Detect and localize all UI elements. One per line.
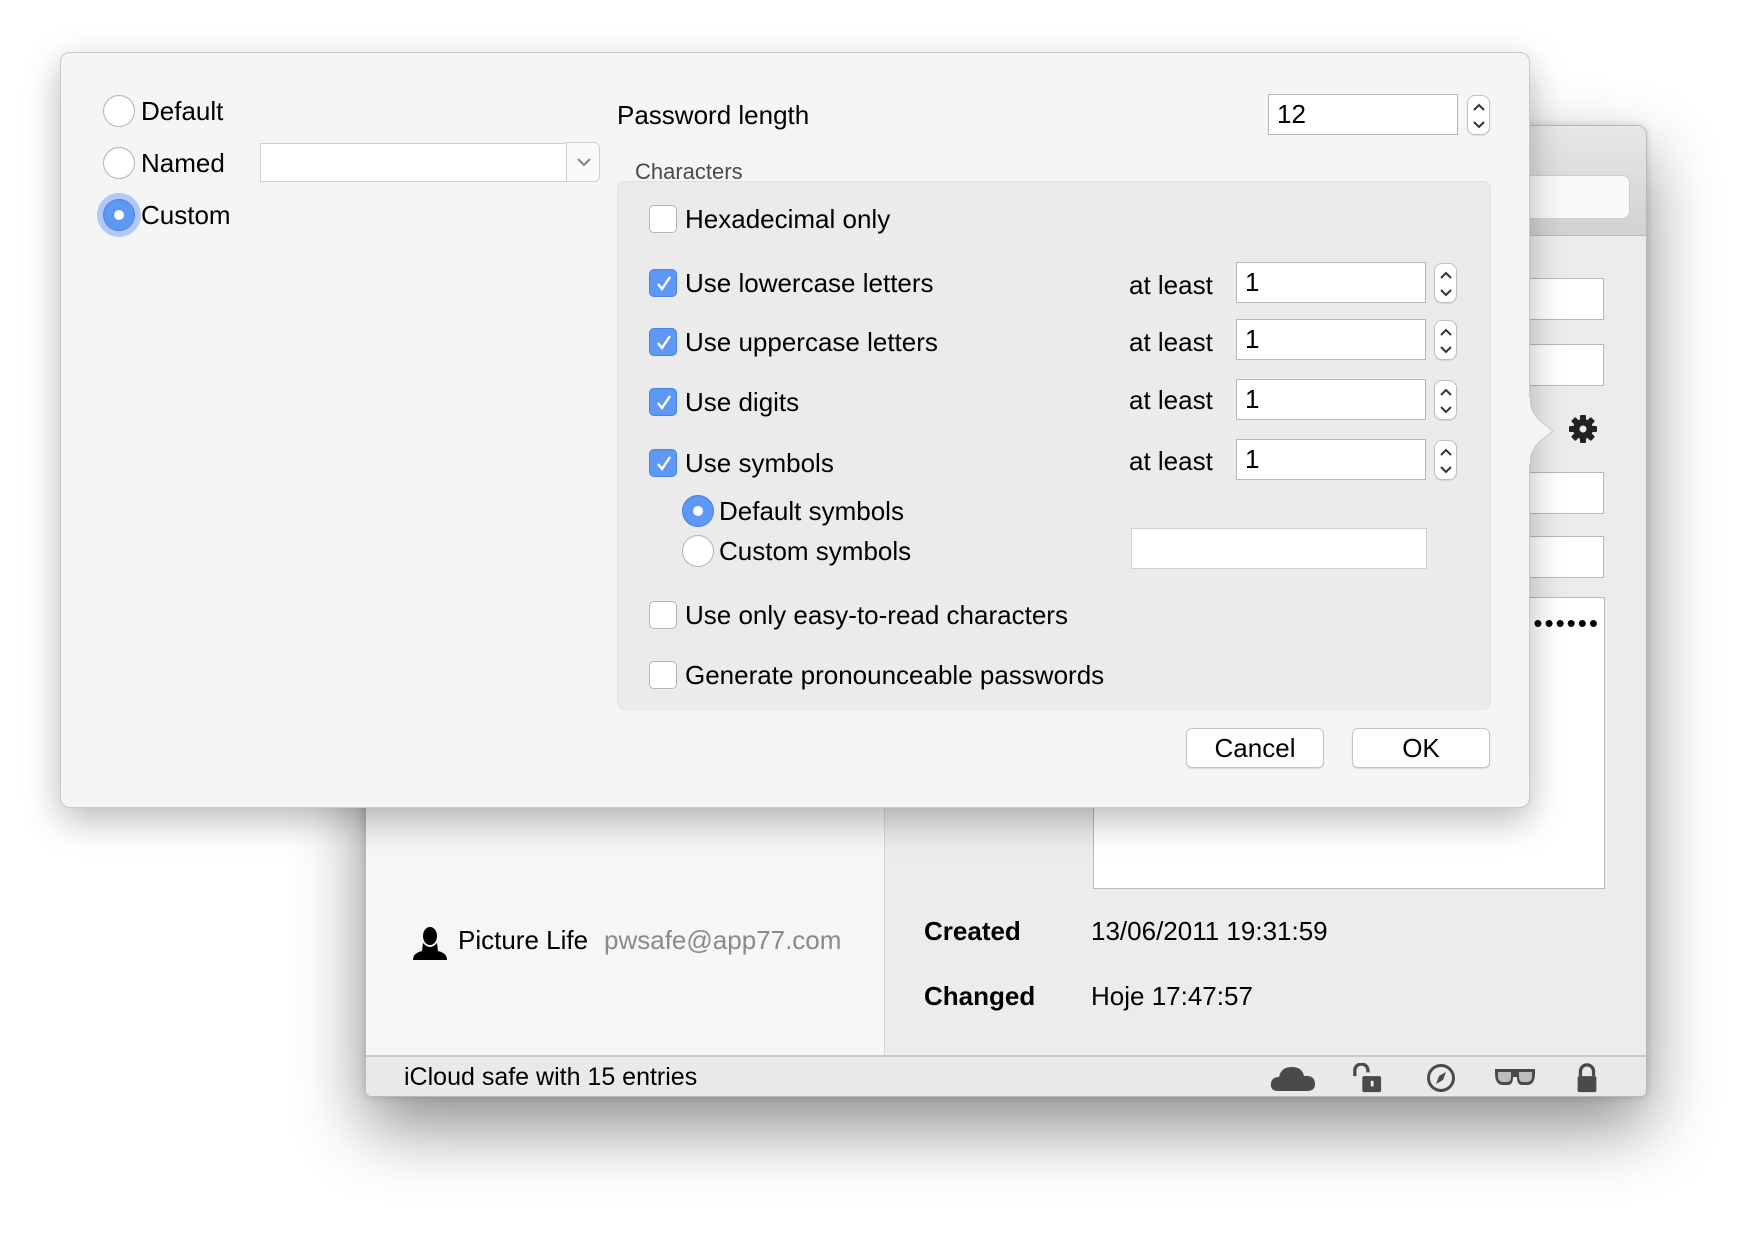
uppercase-min-stepper[interactable] xyxy=(1434,320,1457,360)
symbols-label[interactable]: Use symbols xyxy=(685,447,834,479)
pronounceable-checkbox[interactable] xyxy=(649,661,677,689)
lock-icon[interactable] xyxy=(1576,1063,1598,1093)
changed-label: Changed xyxy=(924,981,1036,1011)
default-radio-label[interactable]: Default xyxy=(141,95,223,127)
symbols-min-input[interactable]: 1 xyxy=(1236,439,1426,480)
pronounceable-label[interactable]: Generate pronounceable passwords xyxy=(685,659,1104,691)
symbols-at-least-label: at least xyxy=(1129,446,1213,476)
easy-to-read-label[interactable]: Use only easy-to-read characters xyxy=(685,599,1068,631)
glasses-icon[interactable] xyxy=(1493,1063,1537,1093)
chevron-down-icon xyxy=(577,158,591,167)
easy-to-read-checkbox[interactable] xyxy=(649,601,677,629)
lowercase-label[interactable]: Use lowercase letters xyxy=(685,267,934,299)
stepper-arrows-icon xyxy=(1440,388,1452,414)
created-value: 13/06/2011 19:31:59 xyxy=(1091,916,1328,946)
digits-at-least-label: at least xyxy=(1129,385,1213,415)
custom-symbols-label[interactable]: Custom symbols xyxy=(719,535,911,567)
named-radio[interactable] xyxy=(103,147,135,179)
checkmark-icon xyxy=(657,276,671,292)
password-length-label: Password length xyxy=(617,100,810,130)
entry-name: Picture Life xyxy=(458,925,589,955)
cloud-icon[interactable] xyxy=(1270,1063,1316,1093)
created-label: Created xyxy=(924,916,1021,946)
custom-symbols-input[interactable] xyxy=(1131,528,1427,569)
named-radio-label[interactable]: Named xyxy=(141,147,225,179)
custom-radio-label[interactable]: Custom xyxy=(141,199,231,231)
lowercase-min-stepper[interactable] xyxy=(1434,263,1457,303)
hex-only-checkbox[interactable] xyxy=(649,205,677,233)
lowercase-at-least-label: at least xyxy=(1129,270,1213,300)
unlock-icon[interactable] xyxy=(1350,1063,1384,1093)
uppercase-at-least-label: at least xyxy=(1129,327,1213,357)
checkmark-icon xyxy=(657,395,671,411)
password-policy-popover: Default Named Custom Password length 12 … xyxy=(60,52,1554,808)
password-mask: •••••• xyxy=(1533,608,1600,638)
symbols-checkbox[interactable] xyxy=(649,449,677,477)
checkmark-icon xyxy=(657,335,671,351)
hex-only-label[interactable]: Hexadecimal only xyxy=(685,203,890,235)
gear-icon[interactable] xyxy=(1568,414,1598,444)
status-bar: iCloud safe with 15 entries xyxy=(366,1055,1646,1096)
named-policy-combo[interactable] xyxy=(260,142,600,182)
uppercase-checkbox[interactable] xyxy=(649,328,677,356)
compass-icon[interactable] xyxy=(1426,1063,1456,1093)
person-icon xyxy=(413,927,447,960)
checkmark-icon xyxy=(657,456,671,472)
stepper-arrows-icon xyxy=(1440,448,1452,474)
custom-symbols-radio[interactable] xyxy=(682,535,714,567)
default-radio[interactable] xyxy=(103,95,135,127)
entry-username: pwsafe@app77.com xyxy=(604,925,842,955)
digits-checkbox[interactable] xyxy=(649,388,677,416)
default-symbols-label[interactable]: Default symbols xyxy=(719,495,904,527)
uppercase-min-input[interactable]: 1 xyxy=(1236,319,1426,360)
symbols-min-stepper[interactable] xyxy=(1434,440,1457,480)
custom-radio[interactable] xyxy=(103,199,135,231)
digits-label[interactable]: Use digits xyxy=(685,386,799,418)
password-length-stepper[interactable] xyxy=(1467,95,1490,135)
default-symbols-radio[interactable] xyxy=(682,495,714,527)
stepper-arrows-icon xyxy=(1440,271,1452,297)
stepper-arrows-icon xyxy=(1473,103,1485,129)
cancel-button[interactable]: Cancel xyxy=(1186,728,1324,768)
lowercase-checkbox[interactable] xyxy=(649,269,677,297)
ok-button[interactable]: OK xyxy=(1352,728,1490,768)
popover-arrow xyxy=(1529,398,1554,464)
named-policy-dropdown-button[interactable] xyxy=(566,142,600,182)
changed-value: Hoje 17:47:57 xyxy=(1091,981,1253,1011)
digits-min-input[interactable]: 1 xyxy=(1236,379,1426,420)
stepper-arrows-icon xyxy=(1440,328,1452,354)
digits-min-stepper[interactable] xyxy=(1434,380,1457,420)
password-length-input[interactable]: 12 xyxy=(1268,94,1458,135)
lowercase-min-input[interactable]: 1 xyxy=(1236,262,1426,303)
uppercase-label[interactable]: Use uppercase letters xyxy=(685,326,938,358)
named-policy-input[interactable] xyxy=(260,143,567,182)
status-text: iCloud safe with 15 entries xyxy=(404,1063,698,1091)
